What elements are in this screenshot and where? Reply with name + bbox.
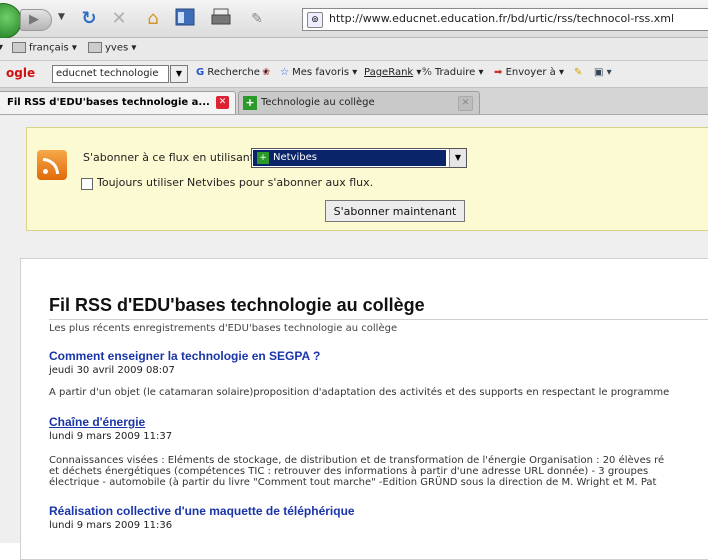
feed-content: Fil RSS d'EDU'bases technologie au collè… bbox=[20, 258, 708, 560]
search-dropdown-icon[interactable]: ▼ bbox=[170, 65, 188, 83]
selected-reader: + Netvibes bbox=[253, 150, 446, 166]
tab-label: Technologie au collège bbox=[261, 97, 375, 108]
send-to-label: Envoyer à bbox=[505, 67, 556, 78]
profile-label: yves bbox=[105, 42, 129, 54]
tab-rss-feed[interactable]: Fil RSS d'EDU'bases technologie a... ✕ bbox=[0, 91, 236, 114]
entry-title-link[interactable]: Chaîne d'énergie bbox=[49, 415, 145, 429]
netvibes-icon: + bbox=[257, 152, 269, 164]
pagerank-label: PageRank bbox=[364, 67, 414, 78]
navigation-toolbar: ▶ ▼ ↻ ✕ ⌂ ✎ ⊚ http://www.educnet.educati… bbox=[0, 0, 708, 39]
address-bar[interactable]: ⊚ http://www.educnet.education.fr/bd/urt… bbox=[302, 8, 708, 31]
print-icon[interactable] bbox=[210, 8, 232, 30]
search-button[interactable]: G Recherche ▾ bbox=[196, 67, 268, 78]
subscribe-now-button[interactable]: S'abonner maintenant bbox=[325, 200, 465, 222]
extensions-icon[interactable]: ✿ bbox=[262, 67, 270, 78]
url-text[interactable]: http://www.educnet.education.fr/bd/urtic… bbox=[329, 12, 674, 25]
entry-date: jeudi 30 avril 2009 08:07 bbox=[49, 365, 175, 376]
tab-label: Fil RSS d'EDU'bases technologie a... bbox=[7, 97, 210, 108]
site-icon: ⊚ bbox=[307, 12, 323, 28]
star-icon: ☆ bbox=[280, 67, 289, 78]
send-to-button[interactable]: ➡ Envoyer à ▾ bbox=[494, 67, 564, 78]
subscribe-label: S'abonner à ce flux en utilisant bbox=[83, 151, 255, 164]
search-button-label: Recherche bbox=[207, 67, 260, 78]
reader-label: Netvibes bbox=[273, 152, 317, 163]
entry-title-link[interactable]: Comment enseigner la technologie en SEGP… bbox=[49, 349, 320, 363]
home-icon[interactable]: ⌂ bbox=[142, 8, 164, 30]
translate-label: Traduire bbox=[434, 67, 476, 78]
highlight-icon[interactable]: ✎ bbox=[574, 67, 582, 78]
tools-icon[interactable]: ✎ bbox=[246, 8, 268, 30]
entry-summary-line: Connaissances visées : Eléments de stock… bbox=[49, 455, 665, 466]
forward-arrow-icon: ▶ bbox=[29, 12, 39, 27]
pagerank-button[interactable]: PageRank ▾ bbox=[364, 67, 421, 78]
close-tab-icon[interactable]: ✕ bbox=[216, 96, 229, 109]
folder-icon bbox=[88, 42, 102, 53]
bookmarks-button[interactable]: ☆ Mes favoris ▾ bbox=[280, 67, 357, 78]
select-arrow-icon[interactable]: ▼ bbox=[449, 149, 466, 167]
translate-button[interactable]: ⁹⁄₀ Traduire ▾ bbox=[422, 67, 483, 78]
google-logo[interactable]: ogle bbox=[6, 66, 35, 80]
translate-icon: ⁹⁄₀ bbox=[422, 67, 432, 78]
entry-title-link[interactable]: Réalisation collective d'une maquette de… bbox=[49, 504, 355, 518]
tab-bar: Fil RSS d'EDU'bases technologie a... ✕ +… bbox=[0, 88, 708, 115]
language-label: français bbox=[29, 42, 69, 54]
entry-date: lundi 9 mars 2009 11:36 bbox=[49, 520, 173, 531]
subscribe-panel: S'abonner à ce flux en utilisant + Netvib… bbox=[26, 127, 708, 231]
tab-technologie[interactable]: + Technologie au collège ✕ bbox=[238, 91, 480, 114]
rss-icon bbox=[37, 150, 67, 180]
reload-icon[interactable]: ↻ bbox=[78, 8, 100, 30]
google-search-input[interactable]: educnet technologie bbox=[52, 65, 169, 83]
feed-title: Fil RSS d'EDU'bases technologie au collè… bbox=[49, 295, 425, 315]
lang-menu-arrow-icon[interactable]: ▾ bbox=[0, 42, 3, 53]
options-icon[interactable]: ▣ ▾ bbox=[594, 67, 612, 78]
page-viewport: S'abonner à ce flux en utilisant + Netvib… bbox=[0, 115, 708, 560]
feed-subtitle: Les plus récents enregistrements d'EDU'b… bbox=[49, 323, 398, 334]
title-divider bbox=[49, 319, 708, 320]
always-use-checkbox[interactable] bbox=[81, 178, 93, 190]
always-use-label: Toujours utiliser Netvibes pour s'abonne… bbox=[97, 176, 374, 189]
entry-summary-line: et déchets énergétiques (compétences TIC… bbox=[49, 466, 649, 477]
bookmarks-label: Mes favoris bbox=[292, 67, 350, 78]
entry-summary-line: électrique - automobile (à partir du liv… bbox=[49, 477, 657, 488]
google-g-icon: G bbox=[196, 67, 205, 78]
forward-button[interactable]: ▶ bbox=[20, 9, 52, 31]
entry-date: lundi 9 mars 2009 11:37 bbox=[49, 431, 173, 442]
sidebar-icon[interactable] bbox=[174, 8, 196, 30]
close-tab-icon[interactable]: ✕ bbox=[458, 96, 473, 111]
reader-select[interactable]: + Netvibes ▼ bbox=[251, 148, 467, 168]
language-menu[interactable]: français ▾ bbox=[12, 42, 77, 54]
stop-icon[interactable]: ✕ bbox=[108, 8, 130, 30]
back-button[interactable] bbox=[0, 3, 22, 39]
netvibes-icon: + bbox=[243, 96, 257, 110]
folder-icon bbox=[12, 42, 26, 53]
send-icon: ➡ bbox=[494, 67, 503, 78]
profile-menu[interactable]: yves ▾ bbox=[88, 42, 136, 54]
google-toolbar: ogle educnet technologie ▼ G Recherche ▾… bbox=[0, 61, 708, 88]
language-bar: ▾ français ▾ yves ▾ bbox=[0, 38, 708, 61]
history-dropdown-icon[interactable]: ▼ bbox=[58, 12, 65, 22]
entry-summary: A partir d'un objet (le catamaran solair… bbox=[49, 387, 670, 398]
